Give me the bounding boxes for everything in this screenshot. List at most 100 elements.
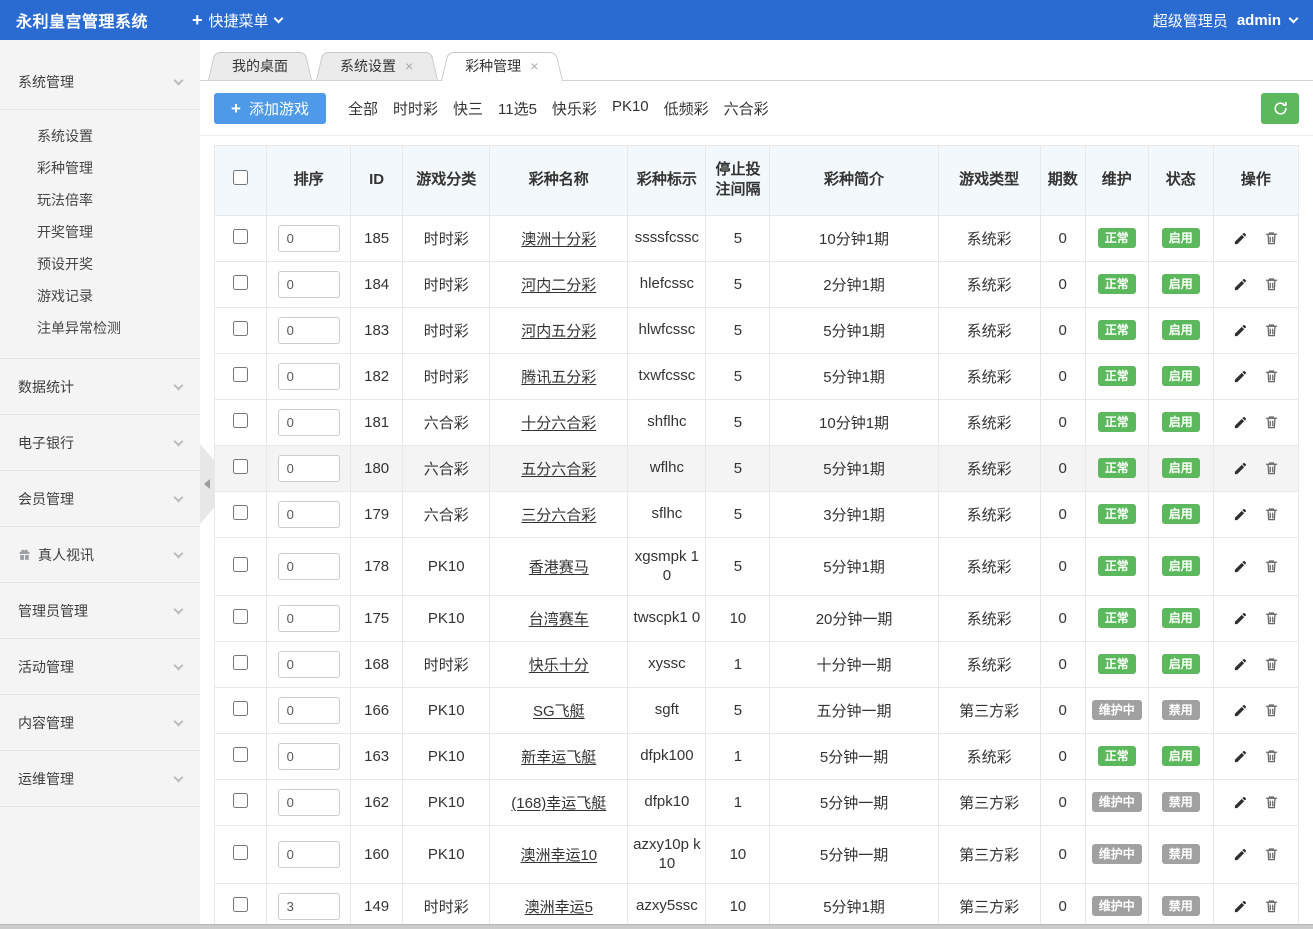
status-badge[interactable]: 禁用 bbox=[1162, 896, 1200, 916]
status-badge[interactable]: 启用 bbox=[1162, 504, 1200, 524]
row-checkbox[interactable] bbox=[233, 459, 248, 474]
status-badge[interactable]: 启用 bbox=[1162, 228, 1200, 248]
quick-menu-button[interactable]: + 快捷菜单 bbox=[192, 10, 282, 31]
sort-input[interactable] bbox=[278, 841, 340, 868]
row-checkbox[interactable] bbox=[233, 321, 248, 336]
delete-button[interactable] bbox=[1264, 322, 1279, 338]
game-name-link[interactable]: 澳洲幸运5 bbox=[525, 899, 593, 916]
sort-input[interactable] bbox=[278, 743, 340, 770]
edit-button[interactable] bbox=[1233, 847, 1248, 862]
filter-option[interactable]: 六合彩 bbox=[724, 98, 769, 119]
sort-input[interactable] bbox=[278, 317, 340, 344]
sidebar-item[interactable]: 游戏记录 bbox=[0, 280, 200, 312]
maintenance-badge[interactable]: 维护中 bbox=[1092, 896, 1142, 916]
sidebar-item[interactable]: 玩法倍率 bbox=[0, 184, 200, 216]
delete-button[interactable] bbox=[1264, 276, 1279, 292]
close-icon[interactable]: × bbox=[405, 59, 413, 73]
sort-input[interactable] bbox=[278, 651, 340, 678]
maintenance-badge[interactable]: 正常 bbox=[1098, 458, 1136, 478]
edit-button[interactable] bbox=[1233, 899, 1248, 914]
game-name-link[interactable]: 十分六合彩 bbox=[521, 415, 596, 432]
edit-button[interactable] bbox=[1233, 415, 1248, 430]
sidebar-section-header[interactable]: 运维管理 bbox=[0, 751, 200, 807]
edit-button[interactable] bbox=[1233, 611, 1248, 626]
row-checkbox[interactable] bbox=[233, 701, 248, 716]
filter-option[interactable]: PK10 bbox=[612, 98, 649, 119]
delete-button[interactable] bbox=[1264, 846, 1279, 862]
maintenance-badge[interactable]: 正常 bbox=[1098, 320, 1136, 340]
sort-input[interactable] bbox=[278, 271, 340, 298]
filter-option[interactable]: 低频彩 bbox=[664, 98, 709, 119]
delete-button[interactable] bbox=[1264, 656, 1279, 672]
row-checkbox[interactable] bbox=[233, 655, 248, 670]
status-badge[interactable]: 启用 bbox=[1162, 556, 1200, 576]
sort-input[interactable] bbox=[278, 455, 340, 482]
sort-input[interactable] bbox=[278, 605, 340, 632]
sidebar-section-header[interactable]: 电子银行 bbox=[0, 415, 200, 471]
sort-input[interactable] bbox=[278, 553, 340, 580]
sidebar-section-header[interactable]: 系统管理 bbox=[0, 54, 200, 110]
row-checkbox[interactable] bbox=[233, 747, 248, 762]
tab[interactable]: 我的桌面 bbox=[208, 52, 312, 80]
status-badge[interactable]: 禁用 bbox=[1162, 792, 1200, 812]
sidebar-item[interactable]: 注单异常检测 bbox=[0, 312, 200, 344]
delete-button[interactable] bbox=[1264, 702, 1279, 718]
game-name-link[interactable]: 香港赛马 bbox=[529, 559, 589, 576]
row-checkbox[interactable] bbox=[233, 897, 248, 912]
game-name-link[interactable]: 腾讯五分彩 bbox=[521, 369, 596, 386]
maintenance-badge[interactable]: 正常 bbox=[1098, 366, 1136, 386]
tab[interactable]: 彩种管理× bbox=[441, 52, 562, 80]
maintenance-badge[interactable]: 正常 bbox=[1098, 504, 1136, 524]
game-name-link[interactable]: 澳洲幸运10 bbox=[520, 847, 597, 864]
sidebar-section-header[interactable]: 真人视讯 bbox=[0, 527, 200, 583]
game-name-link[interactable]: 三分六合彩 bbox=[521, 507, 596, 524]
delete-button[interactable] bbox=[1264, 414, 1279, 430]
status-badge[interactable]: 启用 bbox=[1162, 746, 1200, 766]
edit-button[interactable] bbox=[1233, 277, 1248, 292]
filter-option[interactable]: 快三 bbox=[453, 98, 483, 119]
status-badge[interactable]: 启用 bbox=[1162, 366, 1200, 386]
close-icon[interactable]: × bbox=[530, 59, 538, 73]
maintenance-badge[interactable]: 维护中 bbox=[1092, 700, 1142, 720]
delete-button[interactable] bbox=[1264, 506, 1279, 522]
maintenance-badge[interactable]: 正常 bbox=[1098, 654, 1136, 674]
status-badge[interactable]: 启用 bbox=[1162, 654, 1200, 674]
edit-button[interactable] bbox=[1233, 231, 1248, 246]
sidebar-section-header[interactable]: 会员管理 bbox=[0, 471, 200, 527]
sort-input[interactable] bbox=[278, 501, 340, 528]
game-name-link[interactable]: 河内二分彩 bbox=[521, 277, 596, 294]
edit-button[interactable] bbox=[1233, 461, 1248, 476]
edit-button[interactable] bbox=[1233, 559, 1248, 574]
row-checkbox[interactable] bbox=[233, 505, 248, 520]
delete-button[interactable] bbox=[1264, 794, 1279, 810]
maintenance-badge[interactable]: 正常 bbox=[1098, 556, 1136, 576]
maintenance-badge[interactable]: 维护中 bbox=[1092, 792, 1142, 812]
status-badge[interactable]: 禁用 bbox=[1162, 700, 1200, 720]
delete-button[interactable] bbox=[1264, 230, 1279, 246]
status-badge[interactable]: 启用 bbox=[1162, 608, 1200, 628]
sidebar-item[interactable]: 开奖管理 bbox=[0, 216, 200, 248]
sort-input[interactable] bbox=[278, 893, 340, 920]
sort-input[interactable] bbox=[278, 225, 340, 252]
row-checkbox[interactable] bbox=[233, 793, 248, 808]
delete-button[interactable] bbox=[1264, 610, 1279, 626]
sidebar-section-header[interactable]: 内容管理 bbox=[0, 695, 200, 751]
game-name-link[interactable]: 五分六合彩 bbox=[521, 461, 596, 478]
row-checkbox[interactable] bbox=[233, 367, 248, 382]
maintenance-badge[interactable]: 正常 bbox=[1098, 412, 1136, 432]
status-badge[interactable]: 启用 bbox=[1162, 320, 1200, 340]
maintenance-badge[interactable]: 正常 bbox=[1098, 746, 1136, 766]
delete-button[interactable] bbox=[1264, 898, 1279, 914]
maintenance-badge[interactable]: 正常 bbox=[1098, 608, 1136, 628]
edit-button[interactable] bbox=[1233, 369, 1248, 384]
maintenance-badge[interactable]: 维护中 bbox=[1092, 844, 1142, 864]
maintenance-badge[interactable]: 正常 bbox=[1098, 228, 1136, 248]
row-checkbox[interactable] bbox=[233, 845, 248, 860]
delete-button[interactable] bbox=[1264, 558, 1279, 574]
status-badge[interactable]: 启用 bbox=[1162, 274, 1200, 294]
user-menu[interactable]: 超级管理员 admin bbox=[1153, 10, 1297, 31]
game-name-link[interactable]: 新幸运飞艇 bbox=[521, 749, 596, 766]
filter-option[interactable]: 快乐彩 bbox=[552, 98, 597, 119]
status-badge[interactable]: 禁用 bbox=[1162, 844, 1200, 864]
game-name-link[interactable]: SG飞艇 bbox=[533, 703, 585, 720]
